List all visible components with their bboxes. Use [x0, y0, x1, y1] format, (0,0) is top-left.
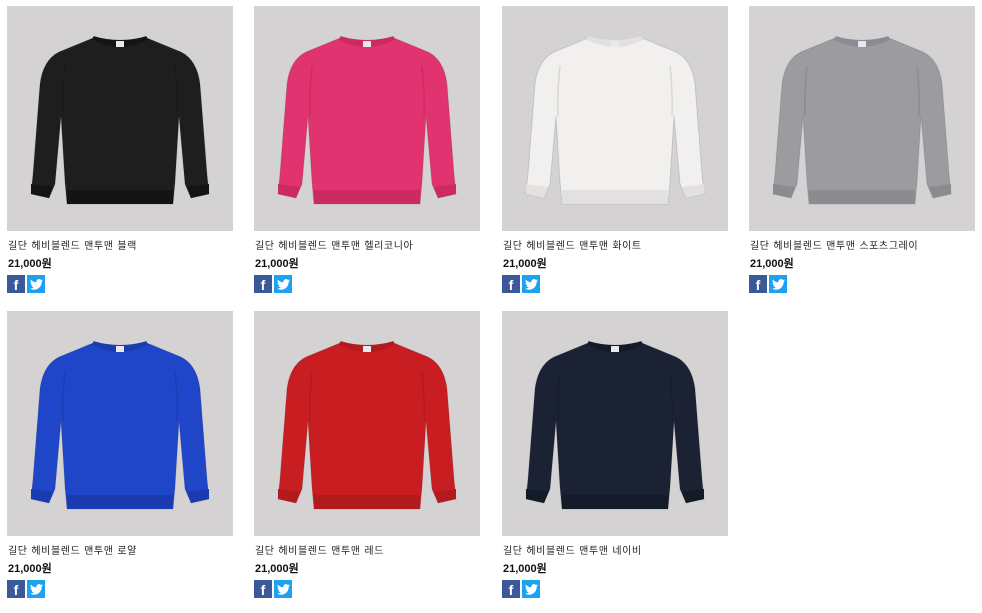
product-card: 길단 헤비블렌드 맨투맨 헬리코니아 21,000원 f: [254, 6, 480, 293]
facebook-share-icon[interactable]: f: [7, 580, 25, 598]
product-price: 21,000원: [503, 563, 547, 575]
twitter-share-icon[interactable]: [27, 275, 45, 293]
product-image[interactable]: [502, 311, 728, 536]
product-title[interactable]: 길단 헤비블렌드 맨투맨 스포츠그레이: [749, 240, 975, 253]
product-title[interactable]: 길단 헤비블렌드 맨투맨 레드: [254, 545, 480, 558]
product-price: 21,000원: [503, 258, 547, 270]
share-buttons: f: [7, 580, 233, 598]
twitter-share-icon[interactable]: [522, 275, 540, 293]
facebook-share-icon[interactable]: f: [254, 580, 272, 598]
product-title[interactable]: 길단 헤비블렌드 맨투맨 헬리코니아: [254, 240, 480, 253]
twitter-share-icon[interactable]: [274, 275, 292, 293]
product-price: 21,000원: [8, 563, 52, 575]
sweatshirt-image: [277, 341, 457, 510]
share-buttons: f: [254, 580, 480, 598]
twitter-share-icon[interactable]: [769, 275, 787, 293]
sweatshirt-image: [772, 36, 952, 205]
product-image[interactable]: [254, 6, 480, 231]
product-card: 길단 헤비블렌드 맨투맨 네이비 21,000원 f: [502, 311, 728, 598]
facebook-share-icon[interactable]: f: [7, 275, 25, 293]
sweatshirt-image: [30, 341, 210, 510]
product-price: 21,000원: [8, 258, 52, 270]
product-card: 길단 헤비블렌드 맨투맨 레드 21,000원 f: [254, 311, 480, 598]
product-image[interactable]: [502, 6, 728, 231]
facebook-share-icon[interactable]: f: [254, 275, 272, 293]
product-price: 21,000원: [255, 563, 299, 575]
share-buttons: f: [502, 275, 728, 293]
share-buttons: f: [254, 275, 480, 293]
product-title[interactable]: 길단 헤비블렌드 맨투맨 블랙: [7, 240, 233, 253]
product-grid: 길단 헤비블렌드 맨투맨 블랙 21,000원 f 길단 헤비블렌드 맨투맨 헬…: [0, 0, 982, 613]
sweatshirt-image: [525, 36, 705, 205]
product-card: 길단 헤비블렌드 맨투맨 화이트 21,000원 f: [502, 6, 728, 293]
product-card: 길단 헤비블렌드 맨투맨 블랙 21,000원 f: [7, 6, 233, 293]
twitter-share-icon[interactable]: [274, 580, 292, 598]
sweatshirt-image: [30, 36, 210, 205]
share-buttons: f: [502, 580, 728, 598]
product-image[interactable]: [749, 6, 975, 231]
product-title[interactable]: 길단 헤비블렌드 맨투맨 네이비: [502, 545, 728, 558]
product-title[interactable]: 길단 헤비블렌드 맨투맨 로얄: [7, 545, 233, 558]
product-image[interactable]: [7, 311, 233, 536]
product-price: 21,000원: [750, 258, 794, 270]
facebook-share-icon[interactable]: f: [502, 580, 520, 598]
twitter-share-icon[interactable]: [522, 580, 540, 598]
product-title[interactable]: 길단 헤비블렌드 맨투맨 화이트: [502, 240, 728, 253]
product-card: 길단 헤비블렌드 맨투맨 로얄 21,000원 f: [7, 311, 233, 598]
twitter-share-icon[interactable]: [27, 580, 45, 598]
product-price: 21,000원: [255, 258, 299, 270]
share-buttons: f: [749, 275, 975, 293]
sweatshirt-image: [525, 341, 705, 510]
facebook-share-icon[interactable]: f: [749, 275, 767, 293]
product-image[interactable]: [254, 311, 480, 536]
product-card: 길단 헤비블렌드 맨투맨 스포츠그레이 21,000원 f: [749, 6, 975, 293]
share-buttons: f: [7, 275, 233, 293]
sweatshirt-image: [277, 36, 457, 205]
product-image[interactable]: [7, 6, 233, 231]
facebook-share-icon[interactable]: f: [502, 275, 520, 293]
